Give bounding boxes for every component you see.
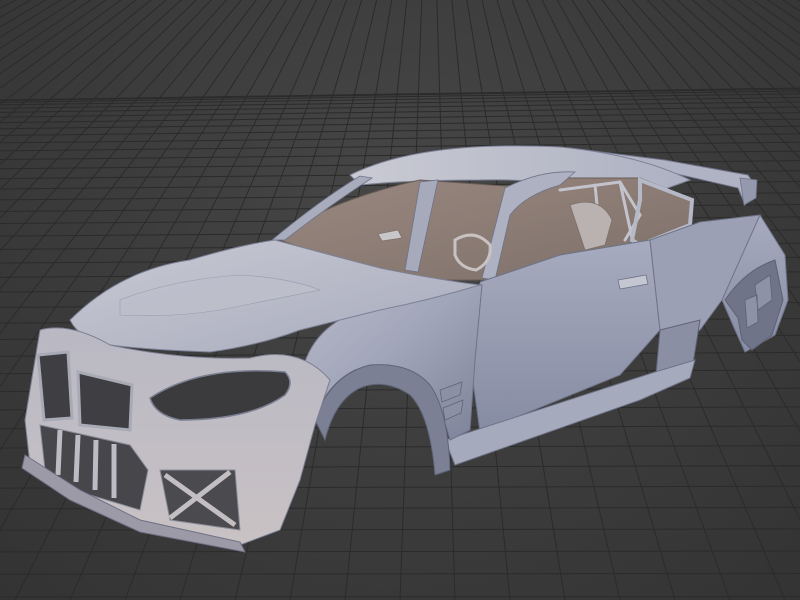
grid-line xyxy=(0,550,800,553)
grid-line xyxy=(0,573,800,575)
grid-line xyxy=(0,90,800,103)
viewport-canvas[interactable] xyxy=(0,0,800,600)
grid-line xyxy=(0,133,800,144)
spoiler-endplate xyxy=(739,177,758,206)
grid-line xyxy=(0,106,800,118)
car-body-model[interactable] xyxy=(21,145,789,553)
kidney-grille-left xyxy=(36,350,74,422)
grid-line xyxy=(0,141,800,152)
grid-line xyxy=(0,528,800,531)
3d-viewport[interactable] xyxy=(0,0,800,600)
